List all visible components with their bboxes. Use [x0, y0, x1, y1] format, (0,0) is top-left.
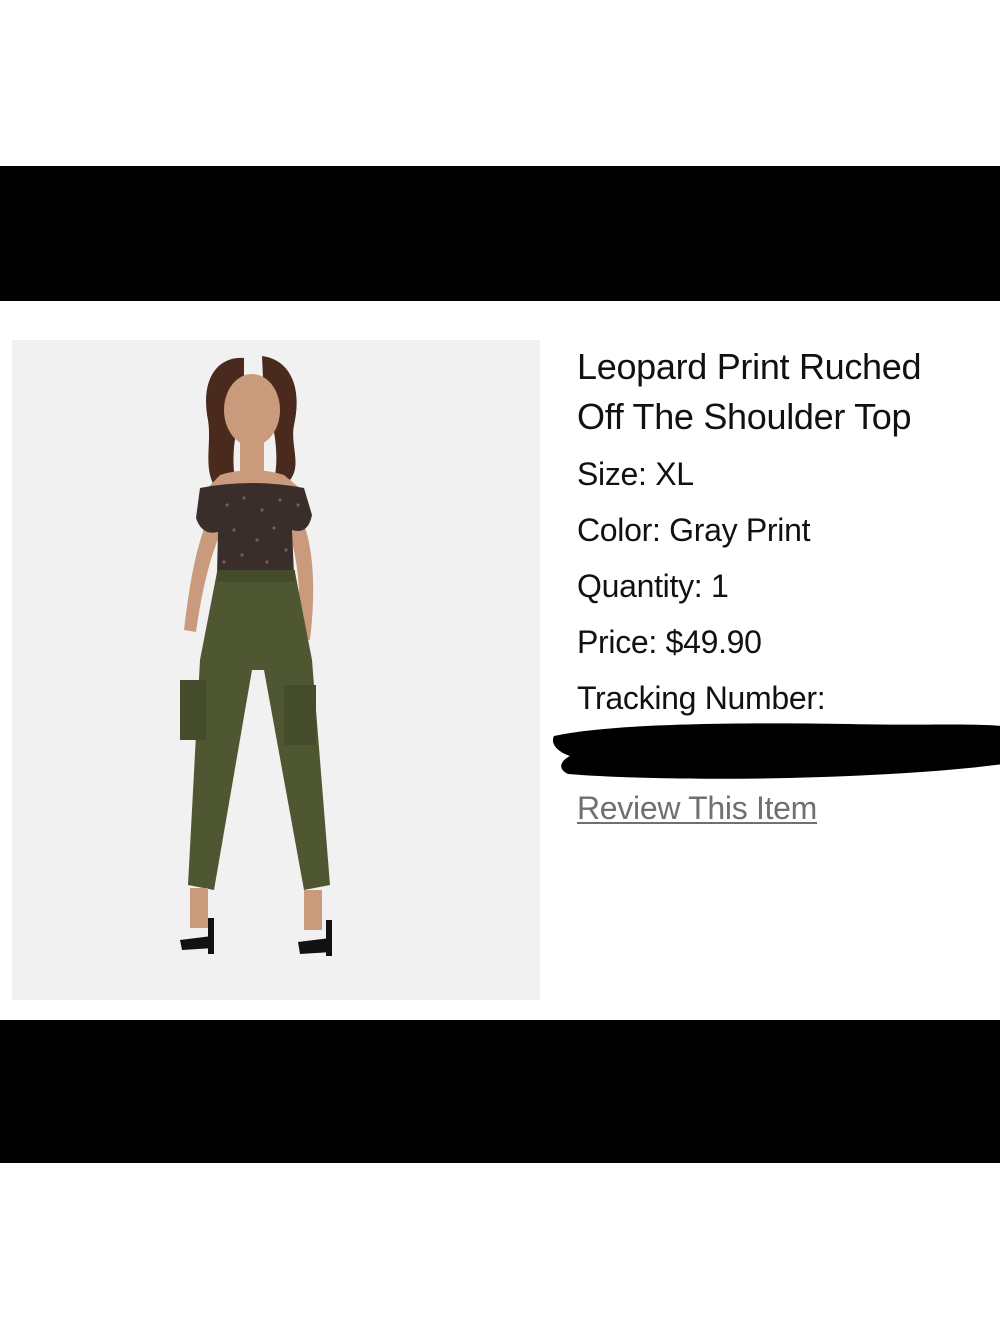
size-text: Size: XL [577, 456, 694, 492]
product-details: Leopard Print Ruched Off The Shoulder To… [577, 340, 997, 726]
color-text: Color: Gray Print [577, 512, 811, 548]
bottom-black-bar [0, 1020, 1000, 1163]
product-title-line-2: Off The Shoulder Top [577, 396, 912, 437]
product-image[interactable] [12, 340, 540, 1000]
price-text: Price: $49.90 [577, 624, 762, 660]
review-item-link[interactable]: Review This Item [577, 786, 817, 830]
quantity-text: Quantity: 1 [577, 568, 729, 604]
top-black-bar [0, 166, 1000, 301]
redaction-scribble [553, 723, 1000, 779]
product-title-line-1: Leopard Print Ruched [577, 346, 922, 387]
model-illustration [180, 356, 332, 956]
